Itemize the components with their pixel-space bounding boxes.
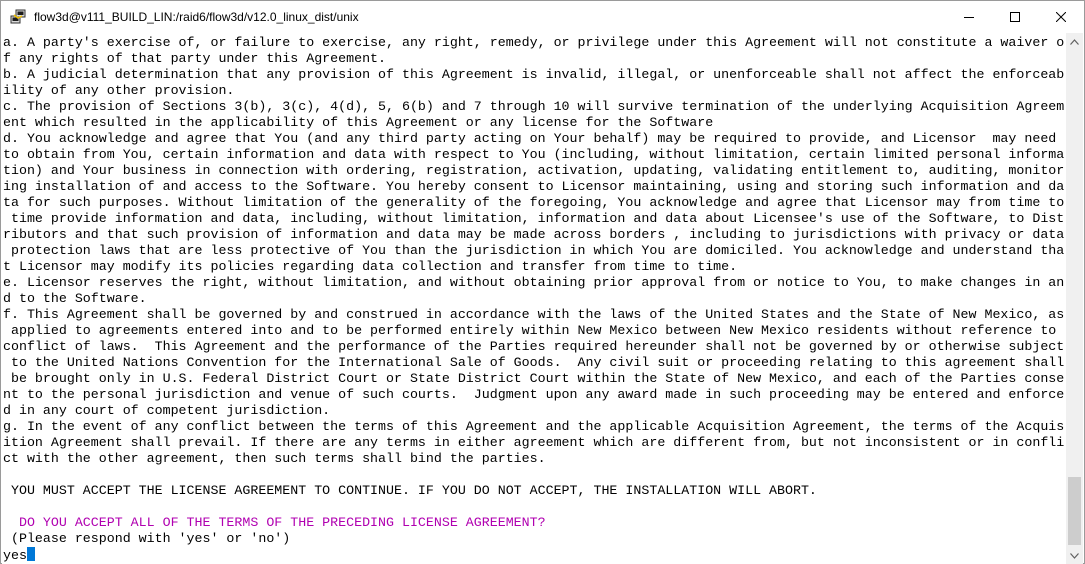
terminal-line: be brought only in U.S. Federal District… bbox=[3, 371, 1065, 386]
scroll-down-button[interactable] bbox=[1066, 547, 1083, 564]
terminal-line: to the United Nations Convention for the… bbox=[3, 355, 1065, 370]
terminal-line: d. You acknowledge and agree that You (a… bbox=[3, 131, 1057, 146]
terminal-line: t Licensor may modify its policies regar… bbox=[3, 259, 738, 274]
maximize-button[interactable] bbox=[992, 1, 1038, 33]
accept-prompt: DO YOU ACCEPT ALL OF THE TERMS OF THE PR… bbox=[3, 515, 546, 530]
scroll-up-button[interactable] bbox=[1066, 33, 1083, 50]
terminal-output[interactable]: a. A party's exercise of, or failure to … bbox=[2, 33, 1068, 564]
terminal-line: conflict of laws. This Agreement and the… bbox=[3, 339, 1065, 354]
terminal-line: d in any court of competent jurisdiction… bbox=[3, 403, 331, 418]
input-value: yes bbox=[3, 548, 27, 563]
input-line[interactable]: yes bbox=[3, 547, 35, 563]
terminal-line: time provide information and data, inclu… bbox=[3, 211, 1065, 226]
terminal-window: flow3d@v111_BUILD_LIN:/raid6/flow3d/v12.… bbox=[0, 0, 1085, 564]
terminal-line: tion) and Your business in connection wi… bbox=[3, 163, 1065, 178]
response-hint: (Please respond with 'yes' or 'no') bbox=[3, 531, 291, 546]
terminal-line: a. A party's exercise of, or failure to … bbox=[3, 35, 1065, 50]
terminal-line: protection laws that are less protective… bbox=[3, 243, 1065, 258]
terminal-line: ing installation of and access to the So… bbox=[3, 179, 1065, 194]
vertical-scrollbar[interactable] bbox=[1066, 33, 1083, 564]
close-button[interactable] bbox=[1038, 1, 1084, 33]
window-title: flow3d@v111_BUILD_LIN:/raid6/flow3d/v12.… bbox=[34, 10, 359, 24]
terminal-line: applied to agreements entered into and t… bbox=[3, 323, 1057, 338]
terminal-line: ct with the other agreement, then such t… bbox=[3, 451, 546, 466]
terminal-line: YOU MUST ACCEPT THE LICENSE AGREEMENT TO… bbox=[3, 483, 817, 498]
chevron-up-icon bbox=[1070, 38, 1079, 45]
terminal-line: ent which resulted in the applicability … bbox=[3, 115, 714, 130]
terminal-line: d to the Software. bbox=[3, 291, 147, 306]
chevron-down-icon bbox=[1070, 552, 1079, 559]
terminal-line: ributors and that such provision of info… bbox=[3, 227, 1065, 242]
terminal-line: b. A judicial determination that any pro… bbox=[3, 67, 1065, 82]
window-controls bbox=[946, 1, 1084, 33]
minimize-icon bbox=[964, 17, 974, 18]
terminal-line: e. Licensor reserves the right, without … bbox=[3, 275, 1065, 290]
terminal-line: c. The provision of Sections 3(b), 3(c),… bbox=[3, 99, 1065, 114]
scrollbar-thumb[interactable] bbox=[1068, 477, 1081, 545]
close-icon bbox=[1056, 12, 1066, 22]
terminal-line: to obtain from You, certain information … bbox=[3, 147, 1065, 162]
terminal-line: ition Agreement shall prevail. If there … bbox=[3, 435, 1065, 450]
maximize-icon bbox=[1010, 12, 1020, 22]
terminal-line: ta for such purposes. Without limitation… bbox=[3, 195, 1065, 210]
terminal-line: nt to the personal jurisdiction and venu… bbox=[3, 387, 1065, 402]
terminal-line: ility of any other provision. bbox=[3, 83, 235, 98]
minimize-button[interactable] bbox=[946, 1, 992, 33]
putty-icon bbox=[10, 9, 26, 24]
terminal-line: f. This Agreement shall be governed by a… bbox=[3, 307, 1065, 322]
terminal-line: f any rights of that party under this Ag… bbox=[3, 51, 387, 66]
terminal-line: g. In the event of any conflict between … bbox=[3, 419, 1065, 434]
text-cursor bbox=[26, 547, 35, 561]
title-bar[interactable]: flow3d@v111_BUILD_LIN:/raid6/flow3d/v12.… bbox=[1, 1, 1084, 33]
